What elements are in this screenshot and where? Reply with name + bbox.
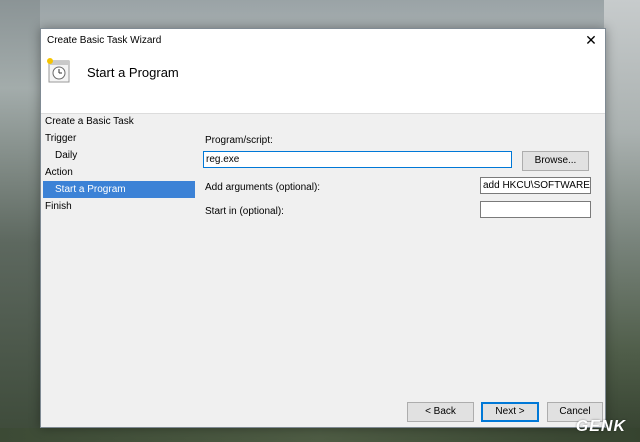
step-trigger: Trigger <box>45 133 77 144</box>
window-title: Create Basic Task Wizard <box>47 35 162 46</box>
add-arguments-input[interactable]: add HKCU\SOFTWARE\M <box>480 177 591 194</box>
start-in-input[interactable] <box>480 201 591 218</box>
wizard-steps: Create a Basic Task Trigger Daily Action… <box>41 113 195 215</box>
add-arguments-label: Add arguments (optional): <box>205 182 321 193</box>
title-bar: Create Basic Task Wizard ✕ <box>41 29 605 51</box>
program-script-input[interactable]: reg.exe <box>203 151 512 168</box>
step-finish: Finish <box>45 201 72 212</box>
back-button[interactable]: < Back <box>407 402 474 422</box>
wizard-window: Create Basic Task Wizard ✕ Start a Progr… <box>40 28 606 428</box>
page-title: Start a Program <box>87 65 179 80</box>
program-script-label: Program/script: <box>205 135 273 146</box>
start-in-label: Start in (optional): <box>205 206 284 217</box>
desktop-background-bottom <box>0 428 640 442</box>
step-action: Action <box>45 167 73 178</box>
task-clock-icon <box>47 58 70 83</box>
close-icon[interactable]: ✕ <box>577 29 605 51</box>
browse-button[interactable]: Browse... <box>522 151 589 171</box>
watermark-logo: GENK <box>575 418 626 435</box>
wizard-header: Start a Program <box>41 51 605 114</box>
step-create-basic-task: Create a Basic Task <box>45 116 134 127</box>
desktop-background-right <box>604 0 640 442</box>
step-start-a-program: Start a Program <box>43 181 195 198</box>
desktop-background-left <box>0 0 40 442</box>
next-button[interactable]: Next > <box>481 402 539 422</box>
step-daily: Daily <box>55 150 78 161</box>
